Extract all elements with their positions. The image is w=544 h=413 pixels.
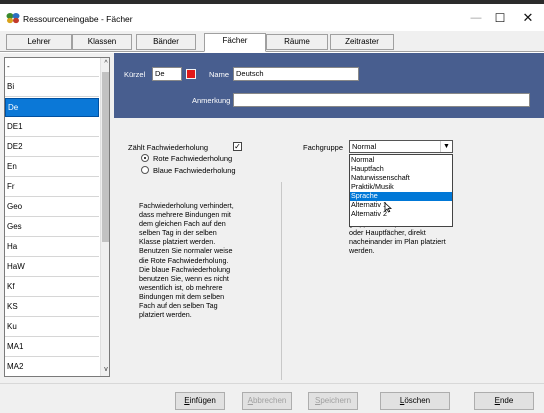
title-bar: Ressourceneingabe - Fächer — ☐ ✕ bbox=[0, 4, 544, 31]
app-icon bbox=[6, 13, 20, 24]
list-item[interactable]: KS bbox=[5, 298, 99, 317]
chevron-down-icon[interactable]: ▼ bbox=[440, 141, 452, 152]
list-item[interactable]: Kf bbox=[5, 278, 99, 297]
subject-header-panel: Kürzel De Name Deutsch Anmerkung bbox=[114, 53, 544, 118]
list-item[interactable]: - bbox=[5, 58, 99, 77]
list-item[interactable]: Ha bbox=[5, 238, 99, 257]
kuerzel-label: Kürzel bbox=[124, 70, 146, 79]
tab-klassen[interactable]: Klassen bbox=[72, 34, 132, 50]
fachgruppe-dropdown[interactable]: Normal Hauptfach Naturwissenschaft Prakt… bbox=[349, 154, 453, 227]
list-item[interactable]: Bi bbox=[5, 78, 99, 97]
loeschen-button[interactable]: Löschen bbox=[380, 392, 450, 410]
list-item[interactable]: Fr bbox=[5, 178, 99, 197]
color-swatch[interactable] bbox=[186, 69, 196, 79]
tab-faecher[interactable]: Fächer bbox=[204, 33, 266, 52]
tab-zeitraster[interactable]: Zeitraster bbox=[330, 34, 394, 50]
tab-raeume[interactable]: Räume bbox=[266, 34, 328, 50]
tab-baender[interactable]: Bänder bbox=[136, 34, 196, 50]
scroll-up-icon[interactable]: ^ bbox=[101, 58, 109, 70]
list-scrollbar[interactable]: ^ v bbox=[100, 58, 109, 376]
scroll-thumb[interactable] bbox=[102, 72, 109, 242]
minimize-button[interactable]: — bbox=[466, 11, 486, 25]
anmerkung-label: Anmerkung bbox=[192, 96, 231, 105]
fachwiederholung-label: Zählt Fachwiederholung bbox=[128, 143, 209, 152]
subject-list-pane: - Bi De DE1 DE2 En Fr Geo Ges Ha HaW Kf … bbox=[0, 53, 114, 383]
speichern-button[interactable]: Speichern bbox=[308, 392, 358, 410]
fachgruppe-select[interactable]: Normal ▼ bbox=[349, 140, 453, 153]
close-button[interactable]: ✕ bbox=[518, 11, 538, 25]
abbrechen-button[interactable]: Abbrechen bbox=[242, 392, 292, 410]
fachgruppe-label: Fachgruppe bbox=[303, 143, 344, 152]
scroll-down-icon[interactable]: v bbox=[101, 364, 109, 376]
list-item[interactable]: En bbox=[5, 158, 99, 177]
name-label: Name bbox=[209, 70, 230, 79]
tab-bar: Lehrer Klassen Bänder Fächer Räume Zeitr… bbox=[0, 31, 544, 52]
rote-fachwiederholung-radio[interactable] bbox=[141, 154, 149, 162]
blaue-fachwiederholung-radio[interactable] bbox=[141, 166, 149, 174]
tab-lehrer[interactable]: Lehrer bbox=[6, 34, 72, 50]
list-item-selected[interactable]: De bbox=[5, 98, 99, 117]
list-item[interactable]: MA2 bbox=[5, 358, 99, 376]
list-item[interactable]: DE1 bbox=[5, 118, 99, 137]
list-item[interactable]: Geo bbox=[5, 198, 99, 217]
list-item[interactable]: Ku bbox=[5, 318, 99, 337]
einfuegen-button[interactable]: Einfügen bbox=[175, 392, 225, 410]
fachgruppe-value: Normal bbox=[352, 142, 377, 151]
blaue-fachwiederholung-label: Blaue Fachwiederholung bbox=[153, 166, 236, 175]
list-item[interactable]: Ges bbox=[5, 218, 99, 237]
subject-detail-content: Zählt Fachwiederholung ✓ Rote Fachwieder… bbox=[114, 118, 544, 383]
button-bar: Einfügen Abbrechen Speichern Löschen End… bbox=[0, 383, 544, 413]
mouse-pointer-icon bbox=[384, 202, 392, 213]
subject-list[interactable]: - Bi De DE1 DE2 En Fr Geo Ges Ha HaW Kf … bbox=[4, 57, 110, 377]
fachgruppe-option[interactable]: Alternativ 2 bbox=[350, 209, 452, 219]
list-item[interactable]: HaW bbox=[5, 258, 99, 277]
maximize-button[interactable]: ☐ bbox=[490, 11, 510, 25]
kuerzel-field[interactable]: De bbox=[152, 67, 182, 81]
list-item[interactable]: DE2 bbox=[5, 138, 99, 157]
column-divider bbox=[281, 182, 282, 380]
anmerkung-field[interactable] bbox=[233, 93, 530, 107]
ende-button[interactable]: Ende bbox=[474, 392, 534, 410]
rote-fachwiederholung-label: Rote Fachwiederholung bbox=[153, 154, 233, 163]
list-item[interactable]: MA1 bbox=[5, 338, 99, 357]
fachwiederholung-checkbox[interactable]: ✓ bbox=[233, 142, 242, 151]
fachwiederholung-help-text: Fachwiederholung verhindert, dass mehrer… bbox=[139, 201, 234, 320]
window-title: Ressourceneingabe - Fächer bbox=[23, 14, 133, 24]
name-field[interactable]: Deutsch bbox=[233, 67, 359, 81]
